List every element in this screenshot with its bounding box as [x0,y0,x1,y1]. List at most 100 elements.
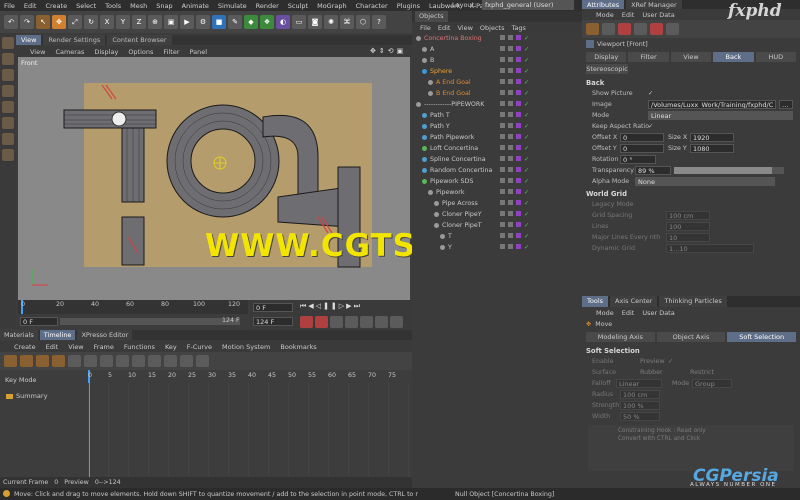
object-row[interactable]: A End Goal ✓ [412,77,582,88]
points-mode-icon[interactable] [2,101,14,113]
position-key-icon[interactable] [345,316,358,328]
fcurve-mode-icon[interactable] [20,355,33,367]
size-x-field[interactable]: 1920 [690,133,734,142]
render-view-icon[interactable]: ▣ [164,15,178,29]
menu-fcurve[interactable]: F-Curve [187,343,212,351]
menu-objects[interactable]: Objects [480,24,505,32]
object-flags[interactable]: ✓ [500,46,529,53]
tab-render-settings[interactable]: Render Settings [43,35,106,45]
workplane-icon[interactable] [2,85,14,97]
preview-check[interactable]: ✓ [668,358,673,365]
menu-user-data[interactable]: User Data [642,309,674,317]
z-axis-icon[interactable]: Z [132,15,146,29]
image-path-field[interactable]: /Volumes/Luxx_Work/Training/fxphd/C [648,100,776,109]
mograph-icon[interactable]: ⬡ [356,15,370,29]
scale-icon[interactable]: ⤢ [68,15,82,29]
menu-sculpt[interactable]: Sculpt [288,2,308,10]
subtab-modeling-axis[interactable]: Modeling Axis [586,332,655,342]
timeline-ruler[interactable]: 0 20 40 60 80 100 120 [18,300,248,314]
menu-animate[interactable]: Animate [182,2,209,10]
tool-icon-6[interactable] [84,355,97,367]
strength-field[interactable]: 100 % [620,401,660,410]
start-frame-field[interactable]: 0 F [20,317,58,326]
tool-icon[interactable] [666,23,679,35]
redo-icon[interactable]: ↷ [20,15,34,29]
tool-icon[interactable] [602,23,615,35]
tool-move-icon[interactable] [586,23,599,35]
subtab-view[interactable]: View [670,52,712,62]
offset-y-field[interactable]: 0 [620,144,664,153]
menu-create[interactable]: Create [14,343,36,351]
rotation-key-icon[interactable] [360,316,373,328]
render-picture-icon[interactable]: ▶ [180,15,194,29]
subtab-filter[interactable]: Filter [628,52,669,62]
menu-create[interactable]: Create [45,2,67,10]
object-row[interactable]: ------------PIPEWORK ✓ [412,99,582,110]
subtab-display[interactable]: Display [586,52,627,62]
subtab-back[interactable]: Back [713,52,754,62]
model-mode-icon[interactable] [2,53,14,65]
object-flags[interactable]: ✓ [500,90,529,97]
menu-functions[interactable]: Functions [124,343,155,351]
grid-spacing-field[interactable]: 100 cm [666,211,710,220]
menu-select[interactable]: Select [76,2,96,10]
object-flags[interactable]: ✓ [500,101,529,108]
major-lines-field[interactable]: 10 [666,233,710,242]
object-row[interactable]: Path Y ✓ [412,121,582,132]
cube-icon[interactable]: ■ [212,15,226,29]
transparency-slider[interactable] [674,167,784,174]
menu-user-data[interactable]: User Data [642,11,674,19]
axis-mode-icon[interactable] [2,149,14,161]
tool-icon-12[interactable] [180,355,193,367]
object-flags[interactable]: ✓ [500,145,529,152]
size-y-field[interactable]: 1080 [690,144,734,153]
object-row[interactable]: T ✓ [412,231,582,242]
tab-materials[interactable]: Materials [0,330,38,340]
menu-tools[interactable]: Tools [105,2,121,10]
tab-tools[interactable]: Tools [582,296,609,307]
object-row[interactable]: Cloner PipeY ✓ [412,209,582,220]
viewport-nav-icons[interactable]: ✥⇕⟲▣ [370,47,406,55]
object-flags[interactable]: ✓ [500,200,529,207]
range-slider[interactable] [60,318,240,325]
object-flags[interactable]: ✓ [500,134,529,141]
lines-field[interactable]: 100 [666,222,710,231]
tool-icon-9[interactable] [132,355,145,367]
tab-axis-center[interactable]: Axis Center [610,296,658,307]
tool-icon[interactable] [634,23,647,35]
object-flags[interactable]: ✓ [500,57,529,64]
object-flags[interactable]: ✓ [500,35,529,42]
menu-edit[interactable]: Edit [438,24,451,32]
tool-icon-11[interactable] [164,355,177,367]
make-editable-icon[interactable] [2,37,14,49]
tab-thinking-particles[interactable]: Thinking Particles [659,296,727,307]
y-axis-icon[interactable]: Y [116,15,130,29]
object-flags[interactable]: ✓ [500,167,529,174]
menu-mograph[interactable]: MoGraph [317,2,347,10]
object-flags[interactable]: ✓ [500,112,529,119]
live-selection-icon[interactable]: ↖ [36,15,50,29]
tool-rotate-icon[interactable] [618,23,631,35]
object-row[interactable]: A ✓ [412,44,582,55]
keyframe-selection-icon[interactable] [330,316,343,328]
tab-objects[interactable]: Objects [415,11,448,22]
menu-view[interactable]: View [457,24,472,32]
menu-edit[interactable]: Edit [622,11,635,19]
render-settings-icon[interactable]: ⚙ [196,15,210,29]
bend-icon[interactable]: ◐ [276,15,290,29]
menu-mode[interactable]: Mode [596,11,614,19]
object-row[interactable]: Spline Concertina ✓ [412,154,582,165]
object-flags[interactable]: ✓ [500,233,529,240]
tab-view[interactable]: View [16,35,42,45]
rotation-field[interactable]: 0 ° [620,155,656,164]
object-row[interactable]: Pipe Across ✓ [412,198,582,209]
object-flags[interactable]: ✓ [500,68,529,75]
pen-icon[interactable]: ✎ [228,15,242,29]
alpha-select[interactable]: None [635,177,775,186]
falloff-select[interactable]: Linear [616,379,662,388]
tool-icon-7[interactable] [100,355,113,367]
menu-file[interactable]: File [4,2,15,10]
dopesheet[interactable]: Key Mode 0 5 10 15 20 25 30 35 40 45 50 55 60 65 70 75 … [0,370,412,477]
mode-select[interactable]: Linear [648,111,793,120]
tool-record-icon[interactable] [650,23,663,35]
